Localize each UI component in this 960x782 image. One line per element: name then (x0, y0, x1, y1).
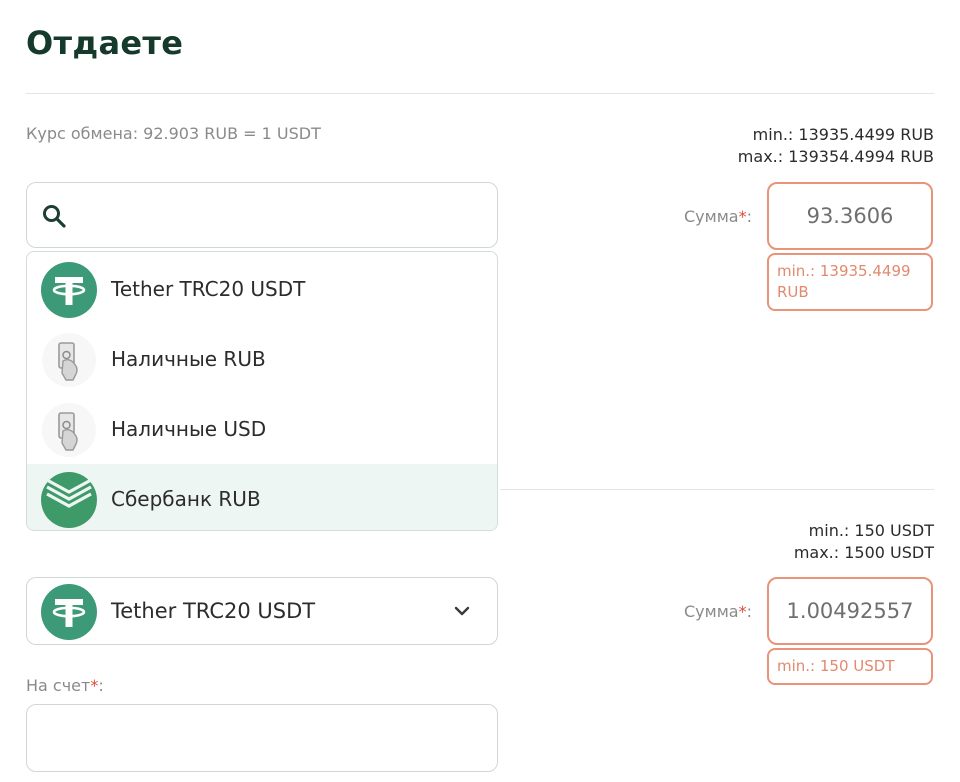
divider (26, 93, 934, 94)
account-input[interactable] (26, 704, 498, 772)
selected-currency-label: Tether TRC20 USDT (111, 599, 316, 623)
account-label: На счет*: (26, 676, 104, 695)
give-sum-error: min.: 13935.4499 RUB (767, 253, 933, 311)
receive-max: max.: 1500 USDT (793, 543, 934, 562)
receive-min: min.: 150 USDT (808, 521, 934, 540)
dropdown-item-cash-rub[interactable]: Наличные RUB (27, 324, 497, 394)
receive-currency-select[interactable]: Tether TRC20 USDT (26, 577, 498, 645)
give-sum-label: Сумма*: (684, 207, 752, 226)
divider (500, 489, 934, 490)
search-icon (43, 205, 66, 228)
dropdown-item-label: Наличные RUB (111, 347, 266, 371)
exchange-rate: Курс обмена: 92.903 RUB = 1 USDT (26, 124, 321, 143)
give-min: min.: 13935.4499 RUB (752, 125, 934, 144)
receive-sum-label: Сумма*: (684, 602, 752, 621)
section-title-give: Отдаете (26, 24, 184, 62)
give-limits: min.: 13935.4499 RUB max.: 139354.4994 R… (738, 124, 934, 168)
dropdown-item-label: Сбербанк RUB (111, 487, 261, 511)
dropdown-item-label: Tether TRC20 USDT (111, 277, 306, 301)
tether-icon (41, 262, 97, 318)
give-sum-input[interactable]: 93.3606 (767, 182, 933, 250)
cash-icon (42, 403, 96, 457)
give-max: max.: 139354.4994 RUB (737, 147, 934, 166)
receive-sum-error: min.: 150 USDT (767, 648, 933, 685)
currency-search-input[interactable] (26, 182, 498, 248)
sberbank-icon (41, 472, 97, 528)
dropdown-item-tether[interactable]: Tether TRC20 USDT (27, 254, 497, 324)
dropdown-item-label: Наличные USD (111, 417, 267, 441)
receive-limits: min.: 150 USDT max.: 1500 USDT (794, 520, 934, 564)
receive-sum-input[interactable]: 1.00492557 (767, 577, 933, 645)
dropdown-item-sberbank[interactable]: Сбербанк RUB (27, 464, 497, 530)
chevron-down-icon[interactable] (451, 600, 473, 622)
cash-icon (42, 333, 96, 387)
currency-dropdown: Tether TRC20 USDT Наличные RUB Наличные … (26, 251, 498, 531)
dropdown-item-cash-usd[interactable]: Наличные USD (27, 394, 497, 464)
tether-icon (41, 584, 97, 640)
